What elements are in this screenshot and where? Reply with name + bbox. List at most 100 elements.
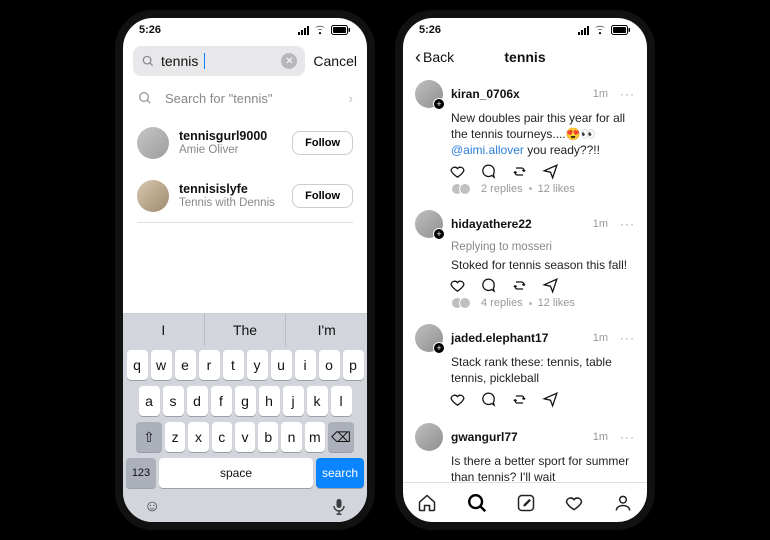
avatar[interactable]: + xyxy=(415,80,443,108)
tab-home[interactable] xyxy=(417,493,437,513)
post: +jaded.elephant171m···Stack rank these: … xyxy=(415,316,635,414)
share-icon[interactable] xyxy=(542,163,559,180)
likes-count[interactable]: 12 likes xyxy=(538,183,575,195)
tab-search[interactable] xyxy=(466,492,488,514)
key-d[interactable]: d xyxy=(187,386,208,416)
key-f[interactable]: f xyxy=(211,386,232,416)
avatar[interactable] xyxy=(415,423,443,451)
repost-icon[interactable] xyxy=(511,163,528,180)
status-time: 5:26 xyxy=(419,24,441,36)
key-o[interactable]: o xyxy=(319,350,340,380)
repost-icon[interactable] xyxy=(511,277,528,294)
shift-key[interactable]: ⇧ xyxy=(136,422,162,452)
status-time: 5:26 xyxy=(139,24,161,36)
suggestion[interactable]: I'm xyxy=(286,314,367,346)
key-h[interactable]: h xyxy=(259,386,280,416)
key-k[interactable]: k xyxy=(307,386,328,416)
search-results-list: Search for "tennis" › tennisgurl9000 Ami… xyxy=(123,80,367,223)
cancel-button[interactable]: Cancel xyxy=(313,53,357,69)
follow-plus-icon[interactable]: + xyxy=(433,228,445,240)
suggestion[interactable]: The xyxy=(205,314,287,346)
key-u[interactable]: u xyxy=(271,350,292,380)
key-a[interactable]: a xyxy=(139,386,160,416)
tab-compose[interactable] xyxy=(516,493,536,513)
tab-bar xyxy=(403,482,647,522)
user-result-row[interactable]: tennisgurl9000 Amie Oliver Follow xyxy=(137,117,353,170)
post-meta: 4 replies 12 likes xyxy=(415,294,635,309)
suggestion[interactable]: I xyxy=(123,314,205,346)
search-for-row[interactable]: Search for "tennis" › xyxy=(137,80,353,117)
key-m[interactable]: m xyxy=(305,422,325,452)
comment-icon[interactable] xyxy=(480,163,497,180)
more-icon[interactable]: ··· xyxy=(620,430,635,444)
wifi-icon xyxy=(313,25,327,35)
key-q[interactable]: q xyxy=(127,350,148,380)
key-j[interactable]: j xyxy=(283,386,304,416)
post-actions xyxy=(415,277,635,294)
like-icon[interactable] xyxy=(449,277,466,294)
emoji-key[interactable]: ☺ xyxy=(144,498,160,516)
user-names: tennisgurl9000 Amie Oliver xyxy=(179,129,267,158)
mention[interactable]: @aimi.allover xyxy=(451,143,524,157)
key-l[interactable]: l xyxy=(331,386,352,416)
key-x[interactable]: x xyxy=(188,422,208,452)
key-i[interactable]: i xyxy=(295,350,316,380)
dictation-key[interactable] xyxy=(332,498,346,516)
key-r[interactable]: r xyxy=(199,350,220,380)
key-y[interactable]: y xyxy=(247,350,268,380)
share-icon[interactable] xyxy=(542,277,559,294)
key-b[interactable]: b xyxy=(258,422,278,452)
post-time: 1m xyxy=(593,431,608,443)
replies-count[interactable]: 4 replies xyxy=(481,297,523,309)
avatar[interactable]: + xyxy=(415,210,443,238)
comment-icon[interactable] xyxy=(480,391,497,408)
post-username[interactable]: gwangurl77 xyxy=(451,430,518,444)
like-icon[interactable] xyxy=(449,163,466,180)
cellular-signal-icon xyxy=(298,26,309,35)
post-username[interactable]: jaded.elephant17 xyxy=(451,331,548,345)
key-g[interactable]: g xyxy=(235,386,256,416)
chevron-left-icon: ‹ xyxy=(415,48,421,66)
key-n[interactable]: n xyxy=(281,422,301,452)
phone-search-screen: 5:26 tennis ✕ Cancel Searc xyxy=(115,10,375,530)
backspace-key[interactable]: ⌫ xyxy=(328,422,354,452)
search-for-label: Search for "tennis" xyxy=(165,91,273,106)
search-key[interactable]: search xyxy=(316,458,364,488)
key-z[interactable]: z xyxy=(165,422,185,452)
post-time: 1m xyxy=(593,332,608,344)
tab-activity[interactable] xyxy=(564,493,584,513)
key-e[interactable]: e xyxy=(175,350,196,380)
search-icon xyxy=(141,54,155,68)
key-c[interactable]: c xyxy=(212,422,232,452)
key-v[interactable]: v xyxy=(235,422,255,452)
like-icon[interactable] xyxy=(449,391,466,408)
text-cursor xyxy=(204,53,205,69)
key-t[interactable]: t xyxy=(223,350,244,380)
likes-count[interactable]: 12 likes xyxy=(538,297,575,309)
numbers-key[interactable]: 123 xyxy=(126,458,156,488)
key-p[interactable]: p xyxy=(343,350,364,380)
search-field[interactable]: tennis ✕ xyxy=(133,46,305,76)
key-s[interactable]: s xyxy=(163,386,184,416)
follow-plus-icon[interactable]: + xyxy=(433,98,445,110)
more-icon[interactable]: ··· xyxy=(620,217,635,231)
post-username[interactable]: kiran_0706x xyxy=(451,87,520,101)
wifi-icon xyxy=(593,25,607,35)
comment-icon[interactable] xyxy=(480,277,497,294)
follow-button[interactable]: Follow xyxy=(292,184,353,208)
repost-icon[interactable] xyxy=(511,391,528,408)
clear-search-icon[interactable]: ✕ xyxy=(281,53,297,69)
back-button[interactable]: ‹ Back xyxy=(415,48,454,66)
avatar[interactable]: + xyxy=(415,324,443,352)
space-key[interactable]: space xyxy=(159,458,313,488)
username: tennisgurl9000 xyxy=(179,129,267,144)
replies-count[interactable]: 2 replies xyxy=(481,183,523,195)
more-icon[interactable]: ··· xyxy=(620,87,635,101)
tab-profile[interactable] xyxy=(613,493,633,513)
post-username[interactable]: hidayathere22 xyxy=(451,217,532,231)
share-icon[interactable] xyxy=(542,391,559,408)
user-result-row[interactable]: tennisislyfe Tennis with Dennis Follow xyxy=(137,170,353,223)
more-icon[interactable]: ··· xyxy=(620,331,635,345)
follow-button[interactable]: Follow xyxy=(292,131,353,155)
key-w[interactable]: w xyxy=(151,350,172,380)
